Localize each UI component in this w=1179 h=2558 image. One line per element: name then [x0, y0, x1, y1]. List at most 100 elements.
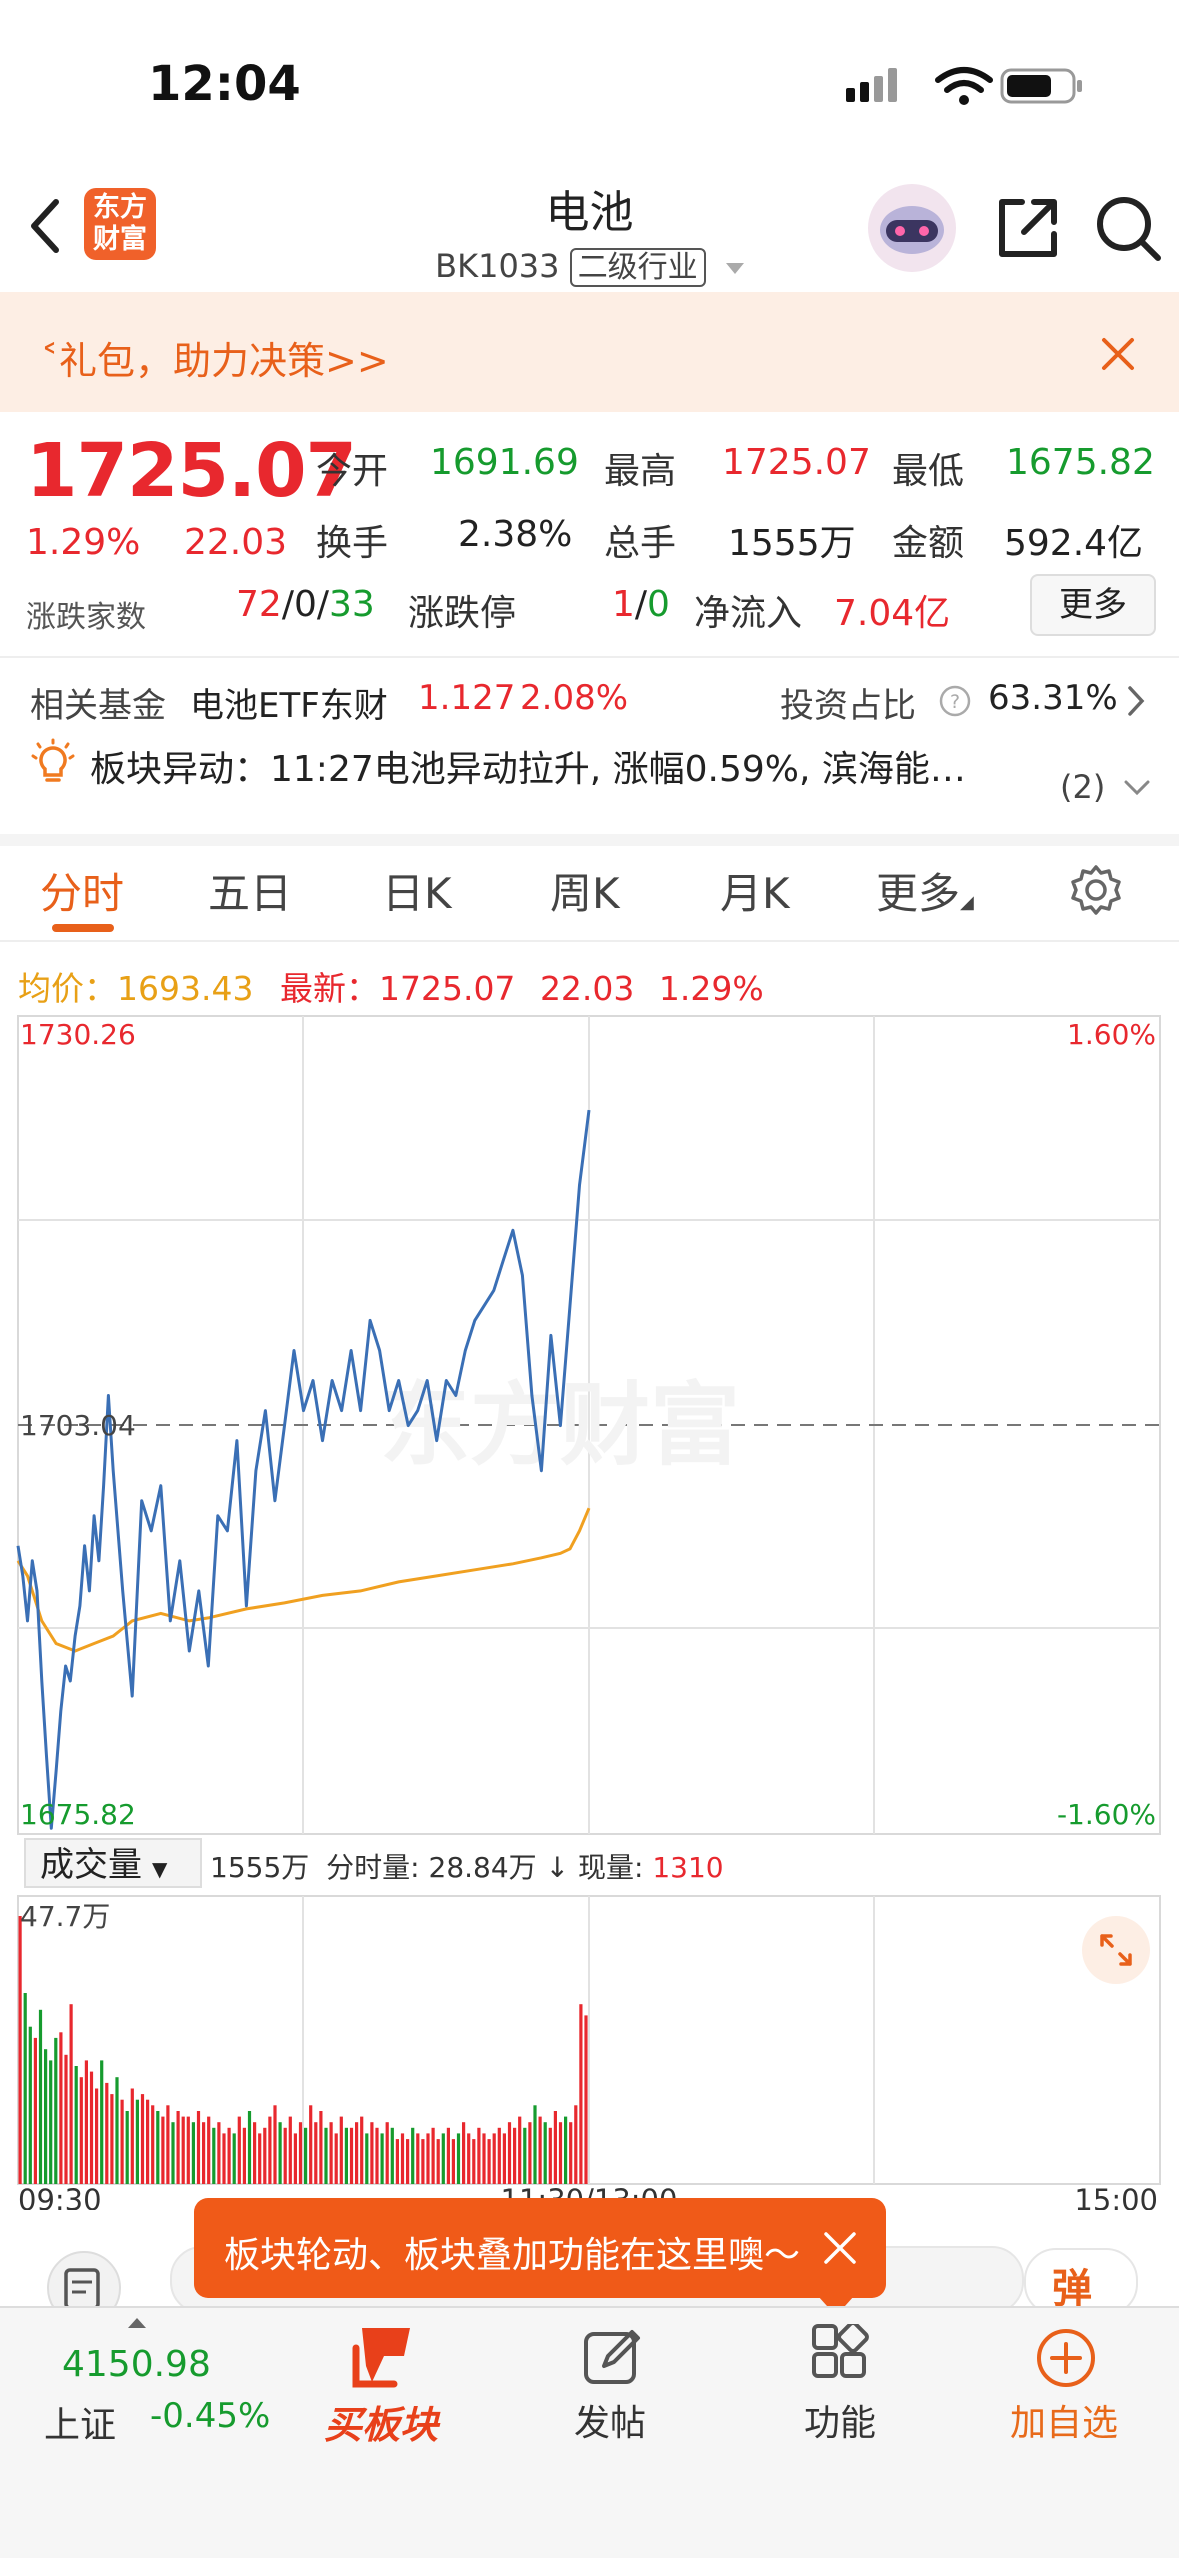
volume-bar	[135, 2099, 139, 2184]
volume-bar	[385, 2122, 389, 2184]
volume-bar	[569, 2122, 573, 2184]
volume-bar	[74, 2066, 78, 2184]
section-gap	[0, 834, 1179, 846]
help-icon[interactable]: ?	[938, 684, 972, 718]
arrow-down-icon: ↓	[545, 1851, 570, 1884]
assistant-avatar-icon[interactable]	[864, 180, 960, 276]
volume-bar	[217, 2122, 221, 2184]
cellular-signal-icon	[846, 68, 897, 102]
volume-bar	[18, 1916, 22, 2184]
latest-price: 1725.07	[26, 428, 357, 514]
battery-icon	[1000, 68, 1082, 104]
buy-sector-icon[interactable]	[342, 2322, 422, 2392]
index-value[interactable]: 4150.98	[62, 2344, 211, 2385]
volume-value: 1555万	[728, 523, 856, 564]
amount-label: 金额	[892, 523, 965, 564]
volume-indicator-select[interactable]: 成交量 ▼	[24, 1838, 202, 1888]
volume-bar	[278, 2122, 282, 2184]
open-label: 今开	[316, 451, 389, 492]
high-value: 1725.07	[722, 442, 871, 483]
volume-bar	[115, 2077, 119, 2184]
amount-value: 592.4亿	[1004, 523, 1144, 564]
close-icon[interactable]	[822, 2230, 858, 2266]
share-icon[interactable]	[994, 194, 1062, 262]
volume-bar	[344, 2127, 348, 2184]
volume-bar	[283, 2127, 287, 2184]
chevron-down-icon[interactable]	[1122, 778, 1152, 798]
volume-bar	[33, 2037, 37, 2184]
functions-label[interactable]: 功能	[804, 2394, 876, 2446]
volume-bar	[507, 2122, 512, 2184]
promo-banner-text[interactable]: ˂礼包，助力决策>>	[40, 330, 389, 385]
volume-bar	[533, 2105, 537, 2184]
volume-bar	[564, 2116, 568, 2184]
tab-monthly-k[interactable]: 月K	[720, 860, 790, 921]
index-collapse-icon[interactable]	[128, 2318, 146, 2328]
close-icon[interactable]	[1098, 334, 1138, 374]
volume-bar	[467, 2133, 471, 2184]
svg-text:?: ?	[950, 691, 960, 713]
volume-bar	[395, 2139, 399, 2184]
volume-bar	[84, 2060, 88, 2184]
expand-button[interactable]	[1082, 1916, 1150, 1984]
open-value: 1691.69	[430, 442, 579, 483]
volume-bar	[253, 2122, 257, 2184]
divider	[0, 656, 1179, 658]
post-edit-icon[interactable]	[580, 2324, 644, 2388]
volume-bar	[426, 2133, 430, 2184]
functions-grid-icon[interactable]	[808, 2324, 872, 2388]
volume-bar	[176, 2111, 180, 2184]
feature-tip-toast[interactable]: 板块轮动、板块叠加功能在这里噢～	[194, 2198, 886, 2298]
volume-bar	[477, 2127, 481, 2184]
board-code: BK1033	[435, 247, 560, 285]
search-icon[interactable]	[1094, 194, 1164, 264]
volume-bar	[293, 2133, 297, 2184]
sector-alert-text[interactable]: 板块异动：11:27电池异动拉升, 涨幅0.59%, 滨海能…	[90, 740, 966, 792]
change-pct: 1.29%	[26, 522, 141, 563]
triangle-down-icon: ▼	[152, 1857, 168, 1881]
volume-bar	[227, 2127, 231, 2184]
volume-bar	[95, 2088, 99, 2184]
dropdown-icon	[725, 262, 744, 274]
tab-intraday[interactable]: 分时	[40, 860, 124, 921]
add-watchlist-icon[interactable]	[1034, 2326, 1098, 2390]
volume-bar	[273, 2105, 277, 2184]
volume-bar	[212, 2127, 216, 2184]
volume-bar	[360, 2116, 364, 2184]
add-watchlist-label[interactable]: 加自选	[1010, 2394, 1118, 2446]
volume-bar	[69, 2004, 73, 2184]
volume-bar	[130, 2088, 134, 2184]
more-button[interactable]: 更多	[1030, 574, 1156, 636]
volume-bar	[288, 2116, 292, 2184]
buy-sector-label[interactable]: 买板块	[324, 2394, 438, 2449]
tab-five-day[interactable]: 五日	[208, 860, 292, 921]
volume-bar	[355, 2122, 359, 2184]
volume-bar	[334, 2133, 338, 2184]
status-icons	[846, 67, 1082, 105]
chevron-right-icon[interactable]	[1124, 684, 1148, 718]
tab-more[interactable]: 更多◢	[876, 860, 974, 921]
post-label[interactable]: 发帖	[574, 2394, 646, 2446]
volume-bar	[59, 2032, 63, 2184]
volume-bar	[38, 2009, 43, 2184]
volume-bar	[548, 2127, 552, 2184]
comment-icon[interactable]	[44, 2248, 124, 2308]
volume-bar	[406, 2139, 410, 2184]
settings-gear-icon[interactable]	[1070, 864, 1122, 916]
y-label-bottom: 1675.82	[20, 1798, 136, 1831]
volume-bar	[191, 2122, 195, 2184]
tab-daily-k[interactable]: 日K	[382, 860, 452, 921]
volume-bar	[54, 2037, 58, 2184]
fund-price: 1.127	[418, 678, 516, 718]
volume-bar	[451, 2139, 455, 2184]
fund-name[interactable]: 电池ETF东财	[190, 678, 388, 727]
index-pct[interactable]: -0.45%	[150, 2396, 270, 2436]
volume-bar	[579, 2004, 583, 2184]
index-name[interactable]: 上证	[44, 2396, 116, 2448]
tab-weekly-k[interactable]: 周K	[550, 860, 620, 921]
volume-bar	[482, 2133, 486, 2184]
high-label: 最高	[604, 451, 677, 492]
intraday-chart[interactable]: 东方财富 1730.26 1703.04 1675.82 1.60% -1.60…	[0, 1010, 1179, 2210]
volume-bar	[314, 2122, 318, 2184]
volume-bar	[181, 2116, 185, 2184]
